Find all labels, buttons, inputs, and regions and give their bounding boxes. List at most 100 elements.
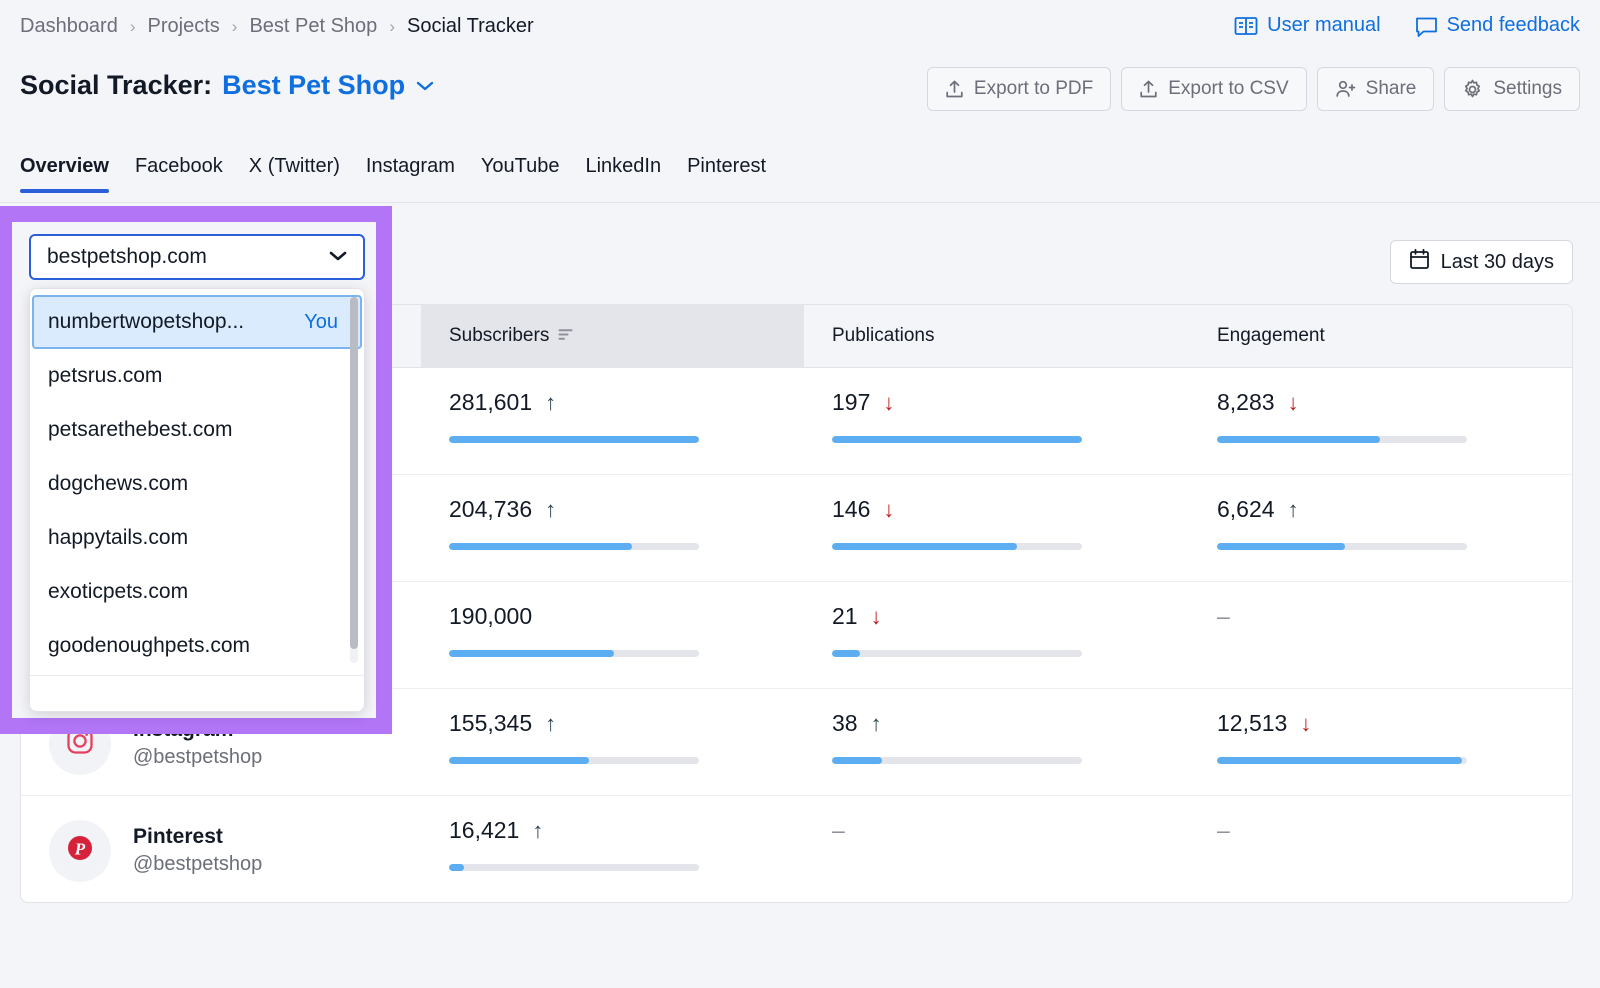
dropdown-option-label: petsarethebest.com	[48, 418, 232, 442]
subscribers-cell: 204,736 ↑	[421, 474, 804, 581]
tab-x-twitter-label: X (Twitter)	[249, 155, 340, 177]
competitor-dropdown-list[interactable]: numbertwopetshop... You petsrus.com pets…	[30, 295, 364, 677]
page-title-prefix: Social Tracker:	[20, 70, 212, 101]
export-to-csv-button[interactable]: Export to CSV	[1121, 67, 1306, 111]
settings-button[interactable]: Settings	[1444, 67, 1580, 111]
engagement-bar	[1217, 757, 1467, 764]
share-button[interactable]: Share	[1317, 67, 1435, 111]
share-label: Share	[1366, 78, 1417, 100]
export-to-pdf-button[interactable]: Export to PDF	[927, 67, 1111, 111]
tab-linkedin-label: LinkedIn	[585, 155, 661, 177]
tab-overview[interactable]: Overview	[20, 155, 109, 192]
trend-up-icon: ↑	[545, 713, 556, 735]
publications-cell: 197 ↓	[804, 367, 1189, 474]
dropdown-option-label: dogchews.com	[48, 472, 188, 496]
subscribers-value: 281,601	[449, 389, 532, 416]
top-links: User manual Send feedback	[1234, 14, 1580, 37]
dropdown-option-numbertwopetshop[interactable]: numbertwopetshop... You	[32, 295, 362, 349]
competitor-select-value: bestpetshop.com	[47, 245, 207, 269]
svg-text:P: P	[74, 840, 86, 859]
trend-down-icon: ↓	[883, 392, 894, 414]
network-handle: @bestpetshop	[133, 851, 262, 878]
tab-pinterest[interactable]: Pinterest	[687, 155, 766, 192]
tab-facebook[interactable]: Facebook	[135, 155, 223, 192]
trend-up-icon: ↑	[1288, 499, 1299, 521]
trend-up-icon: ↑	[545, 499, 556, 521]
trend-down-icon: ↓	[1300, 713, 1311, 735]
competitor-dropdown[interactable]: numbertwopetshop... You petsrus.com pets…	[29, 288, 365, 712]
breadcrumb-separator-icon: ›	[130, 17, 136, 37]
column-header-publications[interactable]: Publications	[804, 305, 1189, 367]
dropdown-option-exoticpets[interactable]: exoticpets.com	[32, 565, 362, 619]
publications-bar	[832, 543, 1082, 550]
publications-cell: 146 ↓	[804, 474, 1189, 581]
tab-pinterest-label: Pinterest	[687, 155, 766, 177]
upload-icon	[1139, 79, 1158, 99]
tab-youtube-label: YouTube	[481, 155, 560, 177]
tab-linkedin[interactable]: LinkedIn	[585, 155, 661, 192]
page-title: Social Tracker: Best Pet Shop	[20, 70, 435, 101]
tab-instagram[interactable]: Instagram	[366, 155, 455, 192]
tab-youtube[interactable]: YouTube	[481, 155, 560, 192]
tab-x-twitter[interactable]: X (Twitter)	[249, 155, 340, 192]
user-manual-link[interactable]: User manual	[1234, 14, 1380, 37]
date-range-picker[interactable]: Last 30 days	[1390, 240, 1573, 284]
subscribers-value: 155,345	[449, 710, 532, 737]
subscribers-bar	[449, 436, 699, 443]
breadcrumb: Dashboard › Projects › Best Pet Shop › S…	[20, 15, 534, 38]
export-to-pdf-label: Export to PDF	[974, 78, 1093, 100]
competitor-select[interactable]: bestpetshop.com	[29, 234, 365, 280]
engagement-cell: 12,513 ↓	[1189, 688, 1573, 795]
publications-value: 197	[832, 389, 870, 416]
engagement-value: –	[1217, 603, 1230, 630]
send-feedback-link[interactable]: Send feedback	[1415, 14, 1580, 37]
dropdown-option-petsarethebest[interactable]: petsarethebest.com	[32, 403, 362, 457]
engagement-value: 12,513	[1217, 710, 1287, 737]
sort-icon	[558, 325, 573, 347]
engagement-value: –	[1217, 817, 1230, 844]
subscribers-bar	[449, 864, 699, 871]
trend-down-icon: ↓	[883, 499, 894, 521]
subscribers-bar	[449, 757, 699, 764]
tab-facebook-label: Facebook	[135, 155, 223, 177]
breadcrumb-separator-icon: ›	[232, 17, 238, 37]
table-row[interactable]: P Pinterest @bestpetshop	[21, 795, 1573, 902]
trend-down-icon: ↓	[871, 606, 882, 628]
publications-cell: –	[804, 795, 1189, 902]
trend-up-icon: ↑	[545, 392, 556, 414]
chevron-down-icon[interactable]	[327, 245, 349, 269]
dropdown-option-goodenoughpets[interactable]: goodenoughpets.com	[32, 619, 362, 673]
publications-cell: 21 ↓	[804, 581, 1189, 688]
settings-label: Settings	[1493, 78, 1562, 100]
book-icon	[1234, 15, 1258, 37]
breadcrumb-item-social-tracker: Social Tracker	[407, 15, 534, 38]
dropdown-option-dogchews[interactable]: dogchews.com	[32, 457, 362, 511]
person-add-icon	[1335, 79, 1356, 99]
project-selector[interactable]: Best Pet Shop	[222, 70, 405, 101]
tab-bar: Overview Facebook X (Twitter) Instagram …	[0, 155, 1600, 203]
column-header-engagement[interactable]: Engagement	[1189, 305, 1573, 367]
subscribers-value: 204,736	[449, 496, 532, 523]
subscribers-value: 190,000	[449, 603, 532, 630]
subscribers-cell: 190,000	[421, 581, 804, 688]
engagement-cell: 8,283 ↓	[1189, 367, 1573, 474]
engagement-cell: 6,624 ↑	[1189, 474, 1573, 581]
chevron-down-icon[interactable]	[415, 76, 435, 98]
speech-bubble-icon	[1415, 15, 1438, 37]
breadcrumb-item-dashboard[interactable]: Dashboard	[20, 15, 118, 38]
calendar-icon	[1409, 248, 1430, 276]
breadcrumb-item-best-pet-shop[interactable]: Best Pet Shop	[249, 15, 377, 38]
dropdown-option-label: petsrus.com	[48, 364, 162, 388]
avatar: P	[49, 820, 111, 882]
dropdown-option-happytails[interactable]: happytails.com	[32, 511, 362, 565]
pinterest-icon: P	[66, 834, 94, 867]
header-actions: Export to PDF Export to CSV Share Settin…	[927, 67, 1580, 111]
breadcrumb-item-projects[interactable]: Projects	[148, 15, 220, 38]
date-range-label: Last 30 days	[1441, 251, 1554, 274]
column-header-subscribers[interactable]: Subscribers	[421, 305, 804, 367]
dropdown-option-label: exoticpets.com	[48, 580, 188, 604]
subscribers-bar	[449, 650, 699, 657]
engagement-value: 8,283	[1217, 389, 1275, 416]
dropdown-scrollbar[interactable]	[350, 297, 358, 663]
dropdown-option-petsrus[interactable]: petsrus.com	[32, 349, 362, 403]
